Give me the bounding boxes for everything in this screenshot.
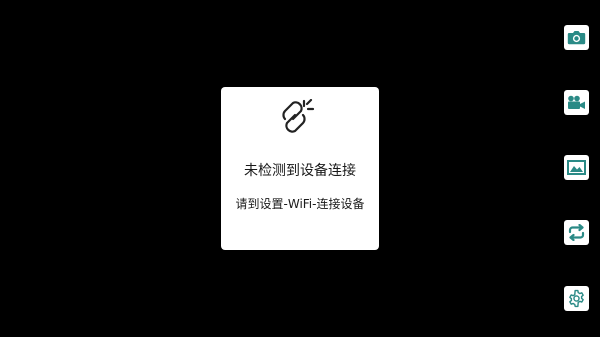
settings-button[interactable] [564,286,589,311]
video-camera-icon [568,95,585,109]
camera-button[interactable] [564,25,589,50]
video-button[interactable] [564,90,589,115]
gallery-button[interactable] [564,155,589,180]
dialog-hint: 请到设置-WiFi-连接设备 [235,197,365,211]
broken-link-icon [282,99,315,133]
camera-icon [567,31,586,45]
gear-icon [569,289,584,308]
image-icon [567,160,586,175]
refresh-icon [568,224,585,241]
dialog-title: 未检测到设备连接 [244,163,356,179]
switch-camera-button[interactable] [564,220,589,245]
no-device-dialog: 未检测到设备连接 请到设置-WiFi-连接设备 [221,87,379,250]
